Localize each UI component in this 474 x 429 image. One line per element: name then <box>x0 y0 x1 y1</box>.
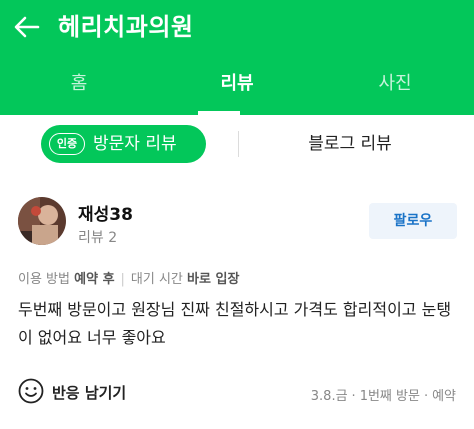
usage-method-label: 이용 방법 <box>18 272 70 287</box>
visit-meta: 이용 방법 예약 후 | 대기 시간 바로 입장 <box>18 268 239 287</box>
review-body: 두번째 방문이고 원장님 진짜 친절하시고 가격도 합리적이고 눈탱이 없어요 … <box>18 300 452 347</box>
back-arrow-icon[interactable] <box>12 12 42 42</box>
tab-reviews[interactable]: 리뷰 <box>158 57 316 115</box>
tab-photos[interactable]: 사진 <box>316 57 474 115</box>
visitor-review-tab[interactable]: 인증 방문자 리뷰 <box>41 125 206 163</box>
certified-badge: 인증 <box>49 133 85 155</box>
avatar[interactable] <box>18 197 66 245</box>
visit-date: 3.8.금 <box>310 389 348 404</box>
app-header: 헤리치과의원 <box>0 0 474 57</box>
blog-review-tab[interactable]: 블로그 리뷰 <box>270 125 430 163</box>
meta-separator: | <box>120 272 125 287</box>
tab-home[interactable]: 홈 <box>0 57 158 115</box>
review-type-tabs: 인증 방문자 리뷰 블로그 리뷰 <box>0 115 474 175</box>
visit-info: 3.8.금 · 1번째 방문 · 예약 <box>311 385 456 404</box>
usage-method-value: 예약 후 <box>74 272 115 287</box>
follow-button[interactable]: 팔로우 <box>369 203 457 239</box>
leave-reaction-button[interactable]: 반응 남기기 <box>52 382 126 403</box>
dot-separator: · <box>423 389 429 404</box>
visit-count: 1번째 방문 <box>359 389 420 404</box>
page-title: 헤리치과의원 <box>58 13 194 41</box>
dot-separator: · <box>351 389 356 404</box>
smiley-icon[interactable] <box>18 378 44 404</box>
visit-type: 예약 <box>432 389 456 404</box>
subtab-divider <box>238 131 239 157</box>
tab-bar: 홈 리뷰 사진 <box>0 57 474 115</box>
reviewer-name[interactable]: 재성38 <box>78 200 133 225</box>
wait-time-label: 대기 시간 <box>130 272 183 287</box>
avatar-photo-icon <box>18 197 66 245</box>
visitor-review-label: 방문자 리뷰 <box>93 134 177 154</box>
reviewer-review-count: 리뷰 2 <box>78 230 118 246</box>
wait-time-value: 바로 입장 <box>187 272 240 287</box>
